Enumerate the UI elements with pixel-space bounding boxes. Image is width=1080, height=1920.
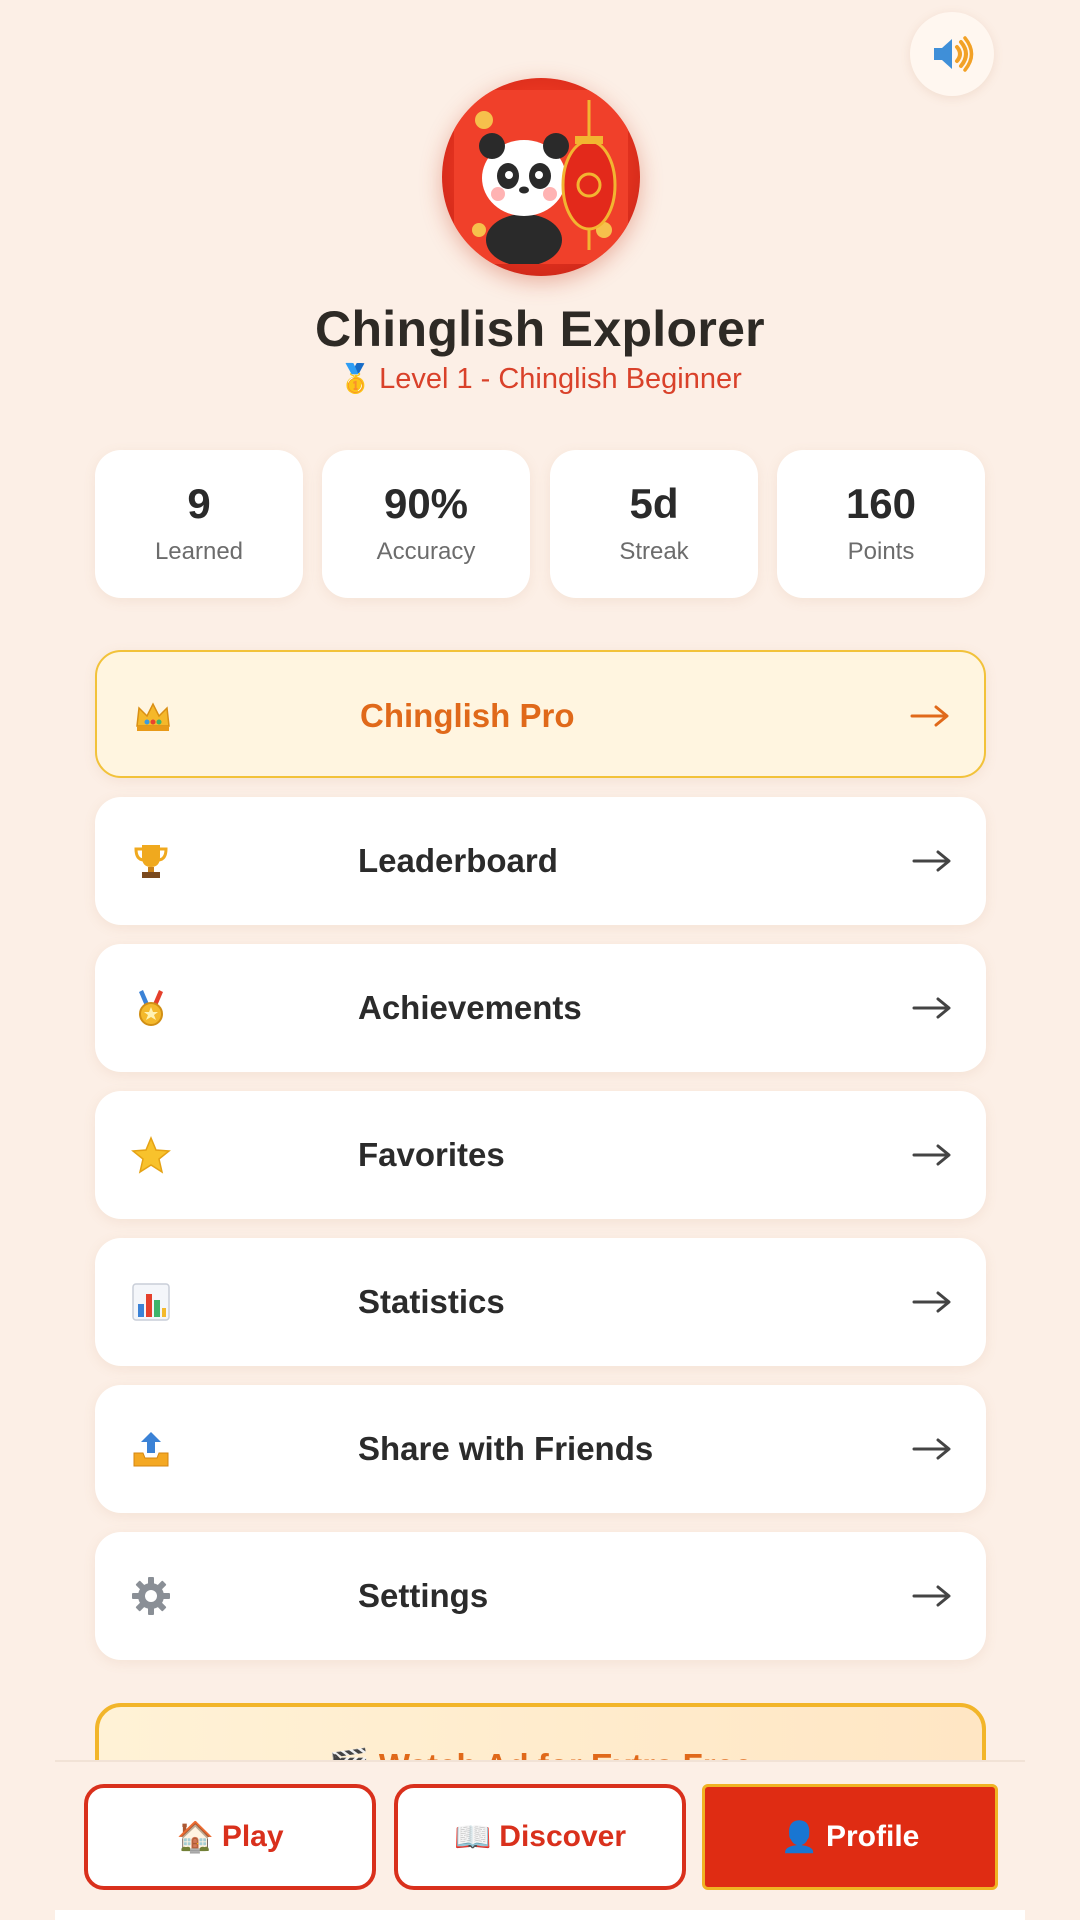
book-icon: 📖 (453, 1820, 492, 1854)
menu-label: Achievements (358, 989, 582, 1026)
stat-card-accuracy: 90% Accuracy (322, 450, 530, 598)
arrow-right-icon (910, 705, 949, 727)
nav-label: Discover (499, 1820, 627, 1853)
stat-value: 90% (383, 480, 469, 527)
menu-label: Share with Friends (358, 1430, 654, 1467)
crown-icon (136, 702, 170, 731)
profile-name: Chinglish Explorer (315, 301, 765, 357)
house-icon: 🏠 (176, 1820, 214, 1854)
user-icon: 👤 (780, 1820, 818, 1854)
stat-card-points: 160 Points (777, 450, 985, 598)
bottom-strip (55, 1910, 1025, 1920)
nav-play-button[interactable]: 🏠 Play (84, 1784, 376, 1890)
nav-profile-button[interactable]: 👤 Profile (702, 1784, 998, 1890)
arrow-right-icon (912, 1585, 951, 1607)
bar-chart-icon (132, 1283, 170, 1321)
nav-discover-button[interactable]: 📖 Discover (394, 1784, 686, 1890)
bottom-navigation: 🏠 Play 📖 Discover 👤 Profile (55, 1760, 1025, 1910)
nav-label: Play (221, 1820, 284, 1853)
stat-label: Streak (619, 538, 689, 565)
menu-item-favorites[interactable]: Favorites (95, 1091, 986, 1219)
menu-item-share-with-friends[interactable]: Share with Friends (95, 1385, 986, 1513)
menu-item-leaderboard[interactable]: Leaderboard (95, 797, 986, 925)
menu-item-statistics[interactable]: Statistics (95, 1238, 986, 1366)
menu-label: Favorites (358, 1136, 505, 1173)
menu-label: Settings (358, 1577, 489, 1614)
profile-level: 🥇 Level 1 - Chinglish Beginner (0, 362, 1080, 396)
share-tray-icon (133, 1432, 169, 1467)
medal-icon: 🥇 (338, 363, 374, 394)
stat-label: Points (847, 538, 915, 565)
stat-label: Accuracy (376, 538, 476, 565)
menu-item-settings[interactable]: Settings (95, 1532, 986, 1660)
level-text: Level 1 - Chinglish Beginner (379, 363, 742, 395)
arrow-right-icon (912, 1144, 951, 1166)
stat-value: 9 (187, 480, 211, 527)
sound-toggle-button[interactable] (910, 12, 994, 96)
gear-icon (132, 1577, 170, 1615)
arrow-right-icon (912, 1291, 951, 1313)
arrow-right-icon (912, 1438, 951, 1460)
menu-label: Leaderboard (358, 842, 558, 879)
panda-lantern-illustration (454, 90, 628, 264)
arrow-right-icon (912, 850, 951, 872)
avatar[interactable] (442, 78, 640, 276)
stat-value: 5d (629, 480, 679, 527)
arrow-right-icon (912, 997, 951, 1019)
speaker-icon (934, 36, 974, 72)
profile-screen: Chinglish Explorer 🥇 Level 1 - Chinglish … (0, 0, 1080, 1920)
medal-icon (139, 990, 163, 1026)
menu-label: Statistics (358, 1283, 505, 1320)
menu-label: Chinglish Pro (360, 697, 575, 734)
star-icon (131, 1136, 171, 1174)
stat-card-streak: 5d Streak (550, 450, 758, 598)
stat-value: 160 (845, 480, 917, 527)
menu-item-chinglish-pro[interactable]: Chinglish Pro (95, 650, 986, 778)
stat-card-learned: 9 Learned (95, 450, 303, 598)
menu-item-achievements[interactable]: Achievements (95, 944, 986, 1072)
stat-label: Learned (154, 538, 244, 565)
nav-label: Profile (826, 1820, 920, 1853)
trophy-icon (134, 845, 168, 878)
